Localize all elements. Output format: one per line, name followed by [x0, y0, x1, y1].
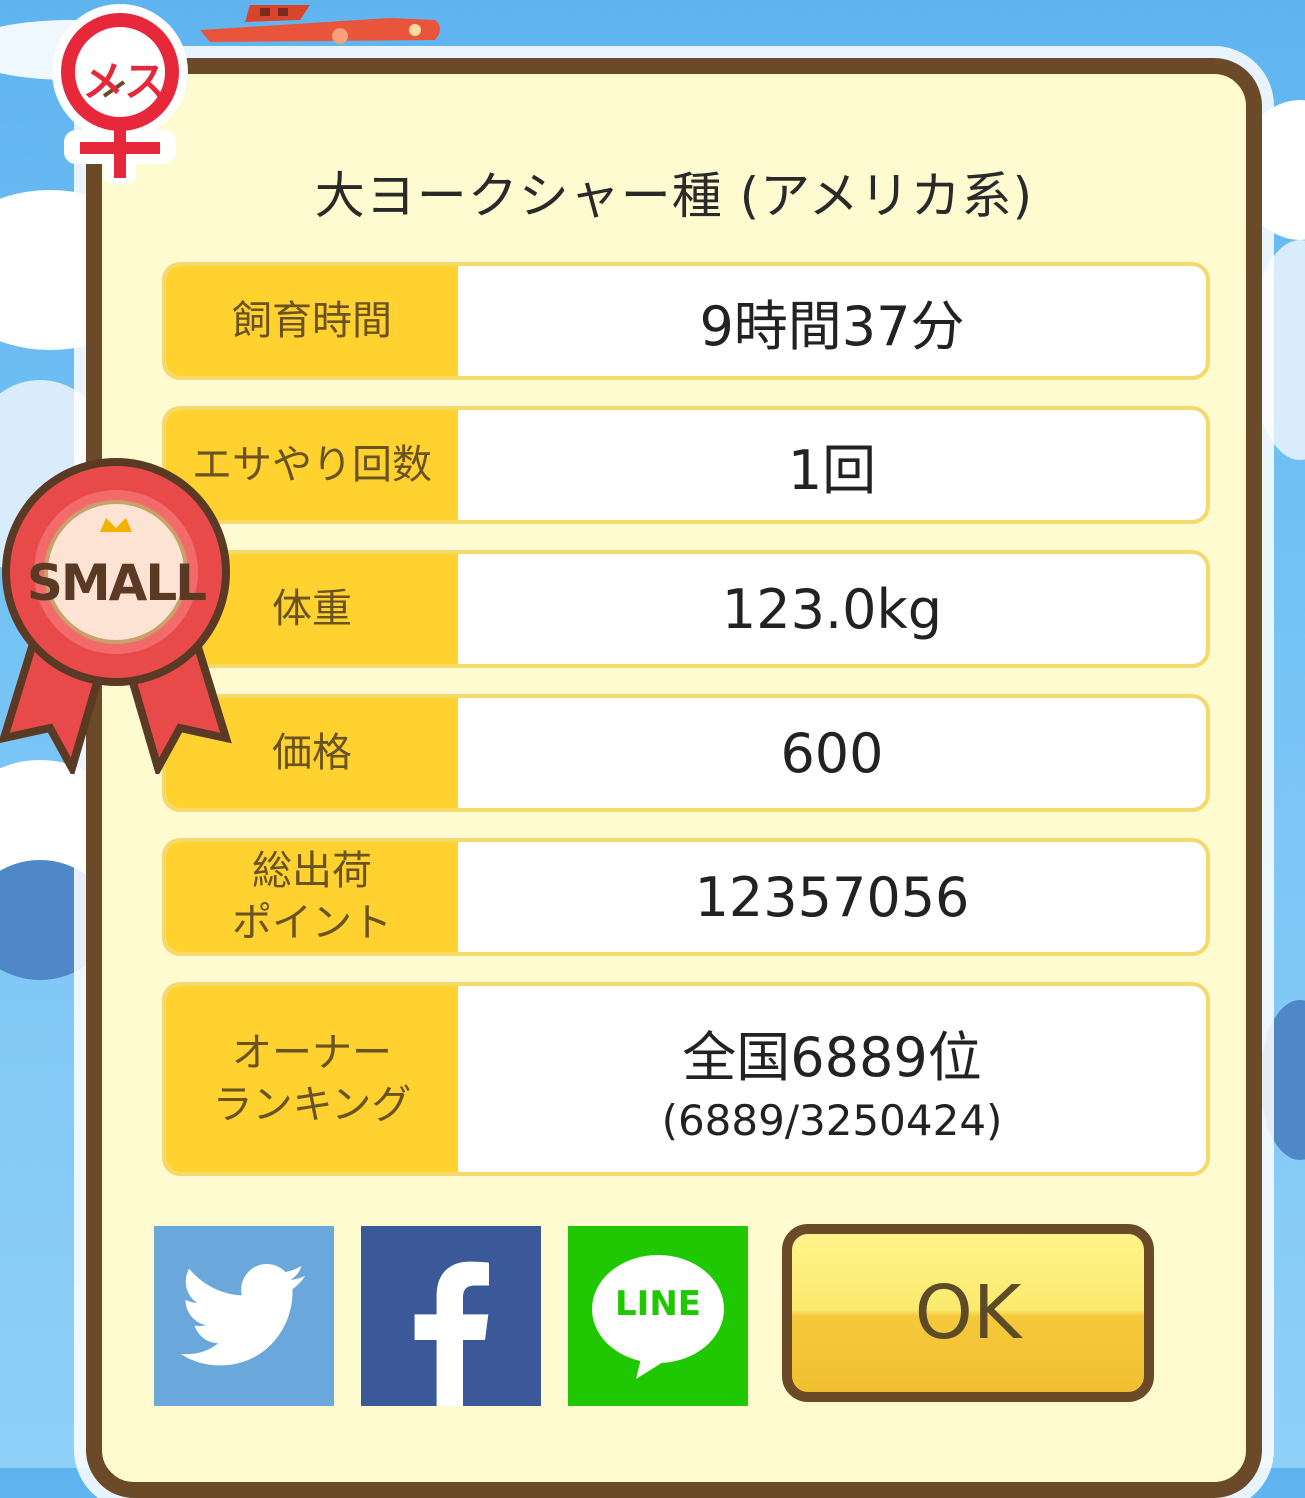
airplane-icon [200, 5, 440, 44]
info-row-price: 価格 600 [162, 694, 1210, 812]
ranking-value: 全国6889位 [682, 1026, 982, 1089]
info-row-weight: 体重 123.0kg [162, 550, 1210, 668]
feed-count-value: 1回 [787, 438, 877, 502]
twitter-share-button[interactable] [154, 1226, 334, 1406]
row-value: 123.0kg [458, 554, 1206, 664]
female-badge-label: メス [81, 57, 166, 106]
info-row-owner-ranking: オーナー ランキング 全国6889位 (6889/3250424) [162, 982, 1210, 1176]
background-cloud [1260, 1000, 1305, 1160]
line-share-button[interactable]: LINE [568, 1226, 748, 1406]
label-line: 総出荷 [252, 848, 372, 894]
row-value: 600 [458, 698, 1206, 808]
price-value: 600 [780, 721, 884, 785]
row-value: 全国6889位 (6889/3250424) [458, 986, 1206, 1172]
label-line: ランキング [212, 1082, 412, 1128]
row-value: 1回 [458, 410, 1206, 520]
weight-value: 123.0kg [721, 577, 943, 641]
row-label: 飼育時間 [166, 266, 458, 376]
info-row-feed-count: エサやり回数 1回 [162, 406, 1210, 524]
facebook-f-icon [414, 1261, 489, 1406]
row-value: 12357056 [458, 842, 1206, 952]
raising-time-value: 9時間37分 [699, 294, 965, 358]
facebook-share-button[interactable] [361, 1226, 541, 1406]
label-line: オーナー [232, 1030, 392, 1076]
size-badge-label: SMALL [26, 554, 207, 612]
info-row-raising-time: 飼育時間 9時間37分 [162, 262, 1210, 380]
row-label: オーナー ランキング [166, 986, 458, 1172]
ranking-detail: (6889/3250424) [661, 1096, 1003, 1145]
info-row-shipping-points: 総出荷 ポイント 12357056 [162, 838, 1210, 956]
ok-button[interactable]: OK [782, 1224, 1154, 1402]
row-label: 総出荷 ポイント [166, 842, 458, 952]
breed-title: 大ヨークシャー種 (アメリカ系) [314, 167, 1034, 225]
shipping-points-value: 12357056 [694, 865, 970, 929]
twitter-bird-icon [181, 1264, 306, 1366]
row-value: 9時間37分 [458, 266, 1206, 376]
label-line: ポイント [232, 900, 392, 946]
pig-info-dialog: 大ヨークシャー種 (アメリカ系) 飼育時間 9時間37分 エサやり回数 1回 体… [86, 58, 1262, 1498]
line-logo-text: LINE [615, 1284, 701, 1324]
